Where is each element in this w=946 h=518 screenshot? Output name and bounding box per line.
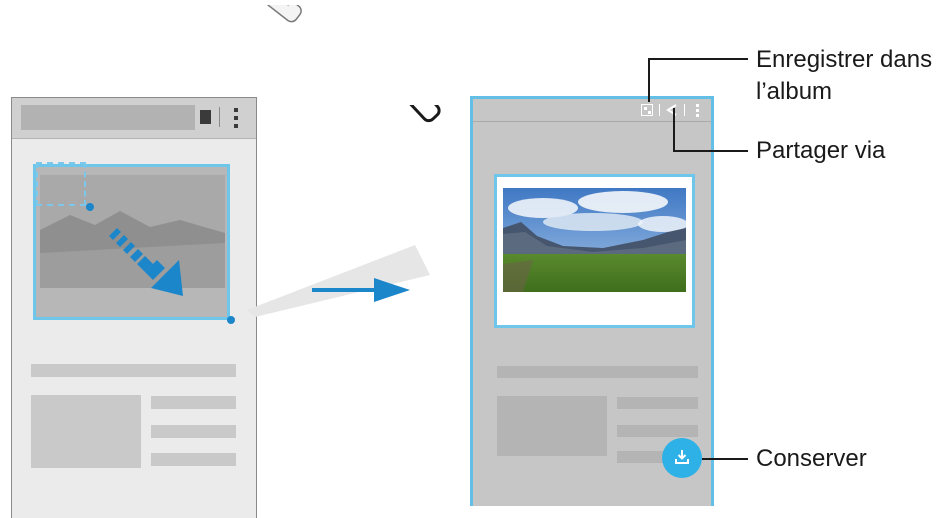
captured-image-card[interactable] — [494, 174, 695, 328]
share-icon[interactable] — [666, 104, 678, 116]
left-text-line — [31, 364, 236, 377]
right-text-line — [617, 397, 698, 409]
save-callout-line-v — [648, 58, 650, 102]
share-callout-line-h — [673, 150, 748, 152]
left-text-line — [151, 425, 236, 438]
selection-start-marker — [36, 162, 86, 206]
right-action-bar — [473, 99, 711, 122]
save-to-album-label-line2: l’album — [756, 78, 833, 105]
save-to-album-icon[interactable] — [641, 104, 653, 116]
left-image-placeholder — [31, 395, 141, 468]
share-callout-line-v — [673, 108, 675, 152]
keep-button[interactable] — [662, 438, 702, 478]
save-callout-line-h — [648, 58, 748, 60]
toolbar-separator — [684, 104, 685, 116]
drag-direction-arrow — [109, 228, 183, 296]
keep-label: Conserver — [756, 445, 867, 472]
keep-callout-line — [702, 458, 748, 460]
left-text-line — [151, 453, 236, 466]
more-options-icon[interactable] — [696, 104, 699, 117]
right-image-placeholder — [497, 396, 607, 456]
share-via-label: Partager via — [756, 137, 886, 164]
transition-arrow-icon — [312, 278, 410, 302]
landscape-photo — [503, 188, 686, 292]
save-to-album-label-line1: Enregistrer dans — [756, 46, 933, 73]
download-icon — [675, 450, 689, 464]
right-text-line — [617, 425, 698, 437]
toolbar-separator — [659, 104, 660, 116]
left-text-line — [151, 396, 236, 409]
right-text-line — [497, 366, 698, 378]
